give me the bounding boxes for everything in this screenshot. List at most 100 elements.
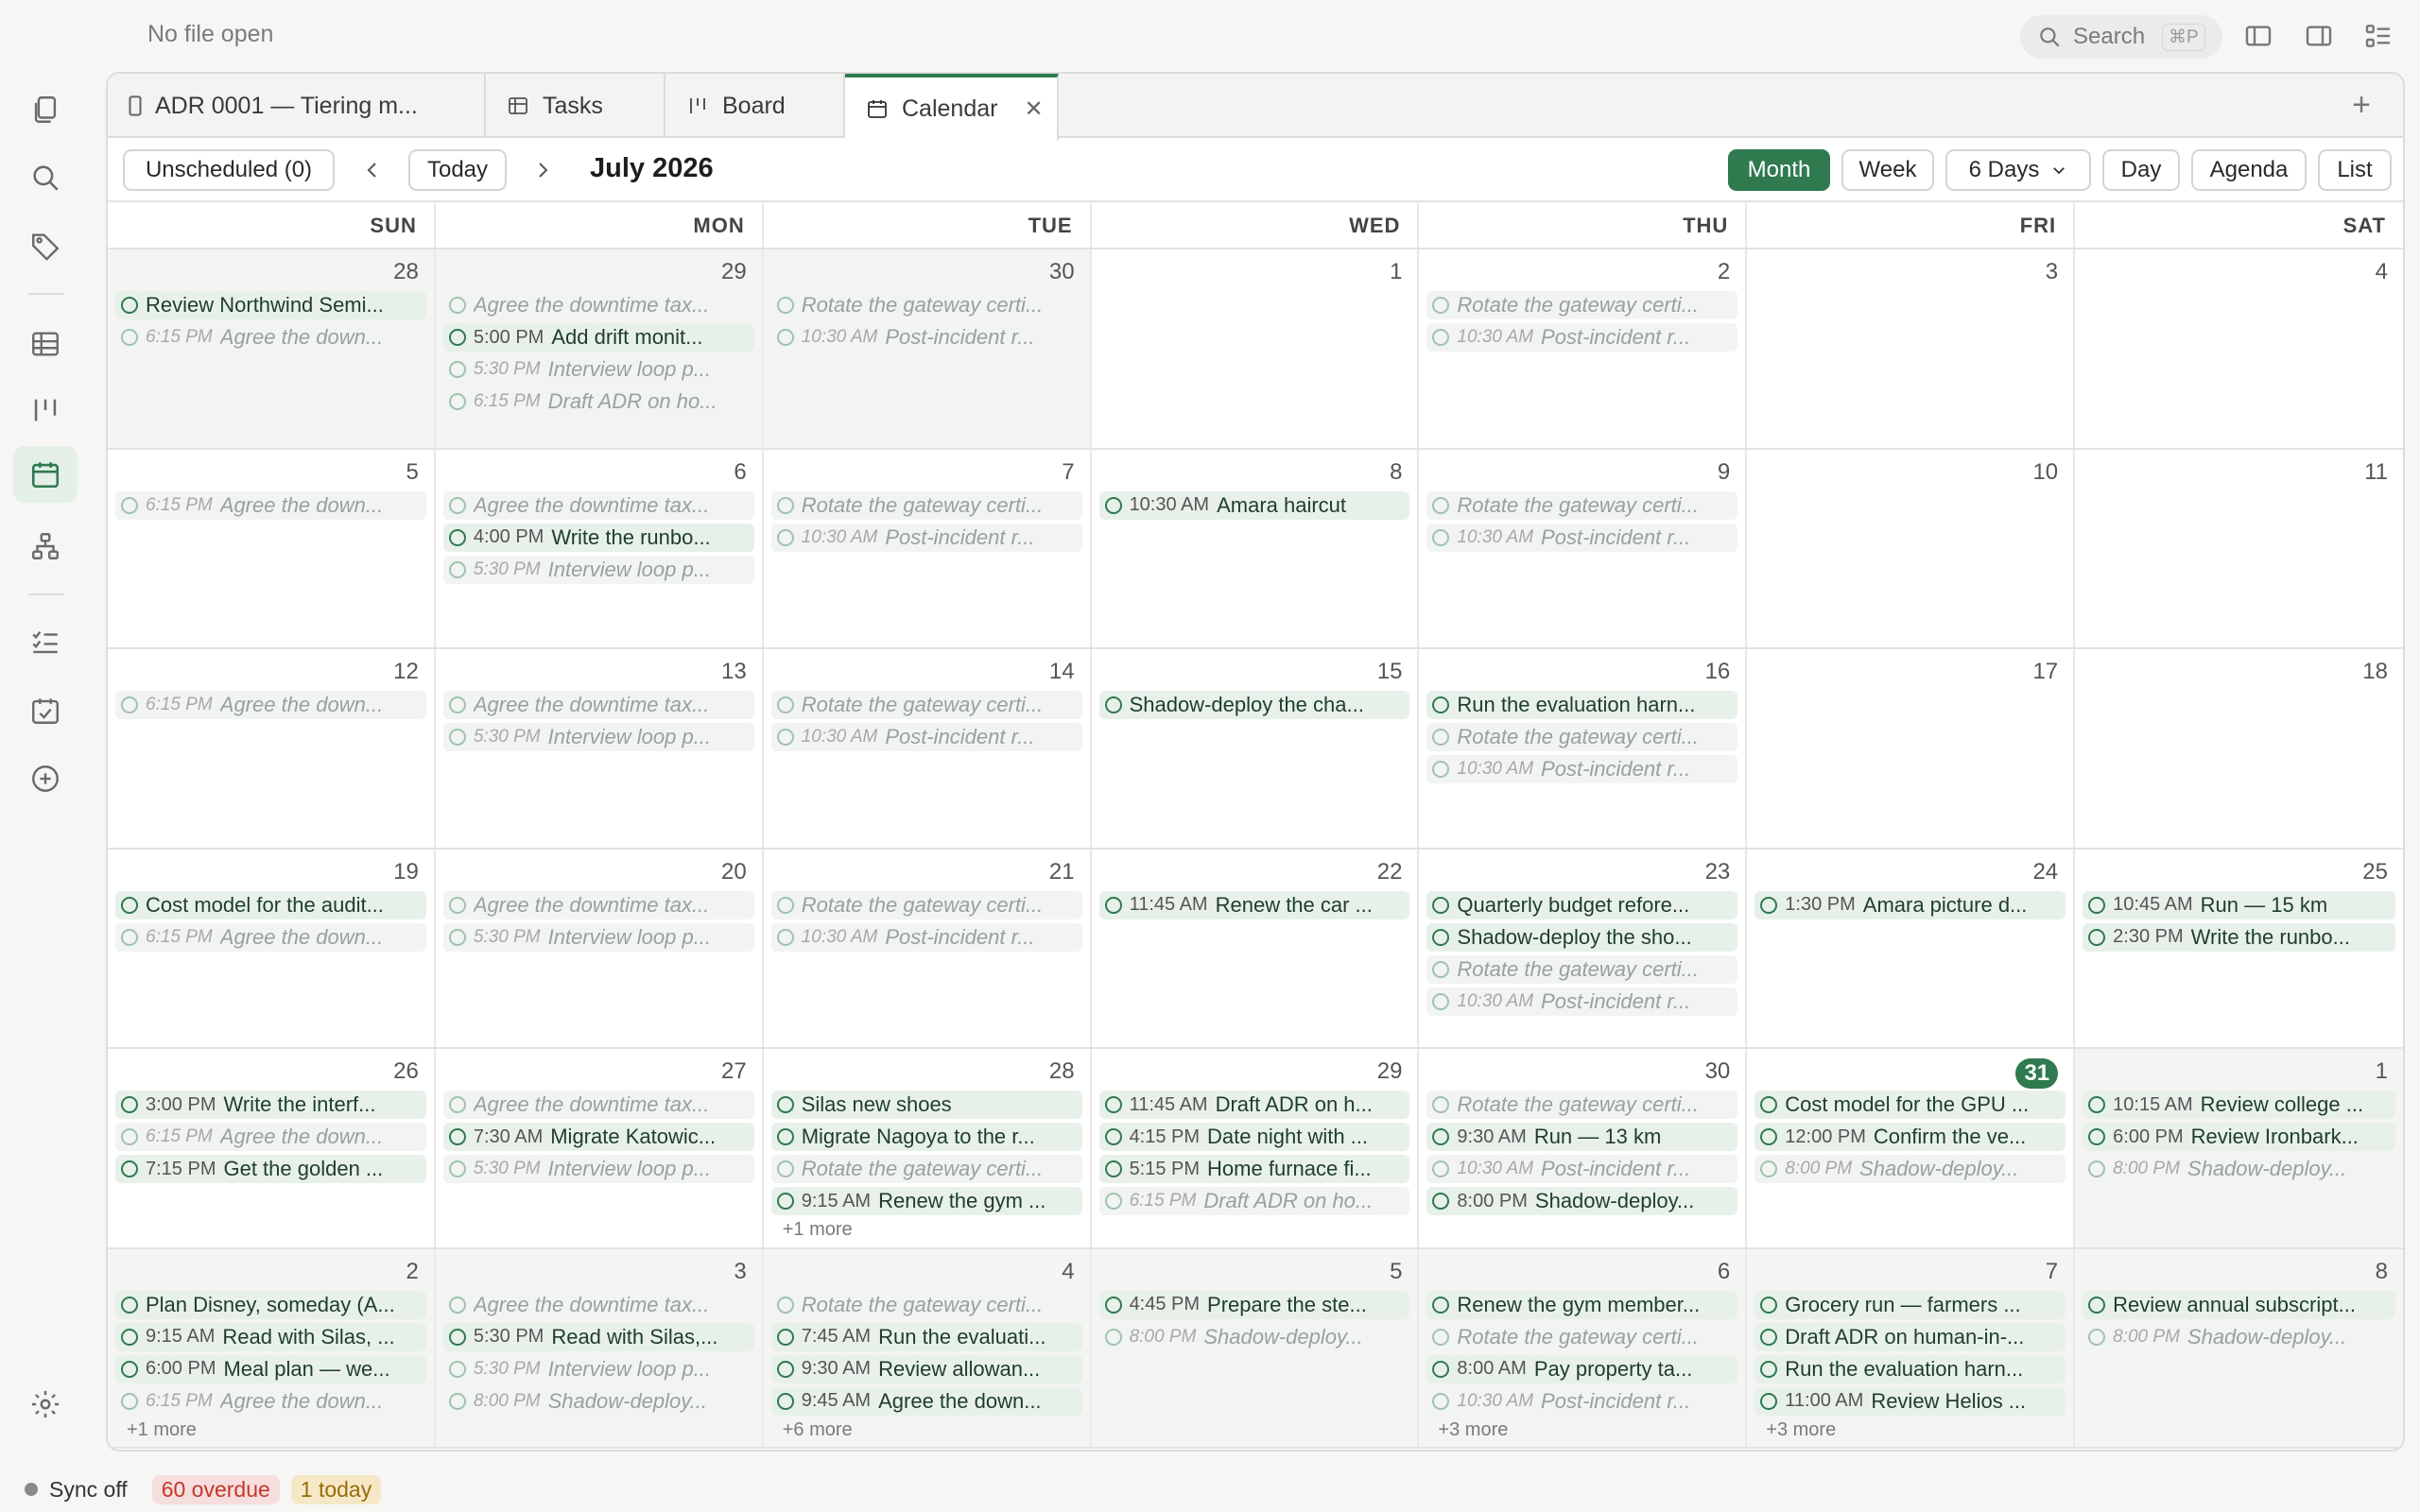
task-checkbox-icon[interactable] <box>448 1392 466 1410</box>
task-checkbox-icon[interactable] <box>1760 1328 1778 1346</box>
task-checkbox-icon[interactable] <box>776 1128 794 1145</box>
day-cell[interactable]: 18 <box>2075 649 2403 848</box>
calendar-event[interactable]: Cost model for the GPU ... <box>1754 1091 2066 1119</box>
calendar-event[interactable]: Review annual subscript... <box>2083 1290 2395 1319</box>
calendar-event[interactable]: 7:45 AM Run the evaluati... <box>770 1322 1082 1351</box>
task-checkbox-icon[interactable] <box>2088 896 2106 914</box>
task-checkbox-icon[interactable] <box>121 1160 138 1177</box>
task-checkbox-icon[interactable] <box>1760 1296 1778 1314</box>
day-cell[interactable]: 30 Rotate the gateway certi... 10:30 AM Pos… <box>763 249 1092 448</box>
task-checkbox-icon[interactable] <box>121 297 138 314</box>
task-checkbox-icon[interactable] <box>1104 896 1122 914</box>
day-cell[interactable]: 20 Agree the downtime tax... 5:30 PM Interv… <box>436 849 764 1047</box>
task-checkbox-icon[interactable] <box>1432 960 1450 978</box>
task-checkbox-icon[interactable] <box>776 729 794 746</box>
task-checkbox-icon[interactable] <box>776 1328 794 1346</box>
unscheduled-button[interactable]: Unscheduled (0) <box>123 149 335 191</box>
task-checkbox-icon[interactable] <box>776 696 794 713</box>
right-sidebar-toggle-icon[interactable] <box>2304 21 2334 51</box>
overdue-badge[interactable]: 60 overdue <box>151 1474 280 1504</box>
day-cell[interactable]: 27 Agree the downtime tax... 7:30 AM Migrat… <box>436 1049 764 1247</box>
day-cell[interactable]: 8 10:30 AM Amara haircut <box>1092 449 1420 647</box>
task-checkbox-icon[interactable] <box>121 896 138 914</box>
calendar-event[interactable]: 6:15 PM Agree the down... <box>115 691 426 719</box>
calendar-event[interactable]: Cost model for the audit... <box>115 890 426 919</box>
task-checkbox-icon[interactable] <box>448 560 466 578</box>
task-checkbox-icon[interactable] <box>121 696 138 713</box>
day-cell[interactable]: 6 Renew the gym member... Rotate the gatew… <box>1419 1248 1748 1447</box>
day-cell[interactable]: 1 <box>1092 249 1420 448</box>
task-checkbox-icon[interactable] <box>1432 1096 1450 1113</box>
calendar-event[interactable]: 6:15 PM Agree the down... <box>115 323 426 352</box>
calendar-event[interactable]: 8:00 AM Pay property ta... <box>1426 1354 1738 1383</box>
calendar-icon[interactable] <box>13 446 78 503</box>
calendar-event[interactable]: 4:15 PM Date night with ... <box>1098 1123 1410 1151</box>
calendar-event[interactable]: 9:30 AM Review allowan... <box>770 1354 1082 1383</box>
calendar-event[interactable]: Review Northwind Semi... <box>115 291 426 319</box>
day-cell[interactable]: 29 Agree the downtime tax... 5:00 PM Add dr… <box>435 249 764 448</box>
close-icon[interactable]: ✕ <box>1024 95 1043 123</box>
day-cell[interactable]: 6 Agree the downtime tax... 4:00 PM Write t… <box>436 449 764 647</box>
calendar-event[interactable]: 8:00 PM Shadow-deploy... <box>1098 1322 1410 1351</box>
calendar-event[interactable]: Rotate the gateway certi... <box>1426 490 1738 520</box>
task-checkbox-icon[interactable] <box>448 329 466 346</box>
task-checkbox-icon[interactable] <box>448 1128 466 1145</box>
day-cell[interactable]: 15 Shadow-deploy the cha... <box>1092 649 1420 848</box>
calendar-event[interactable]: Rotate the gateway certi... <box>770 291 1082 319</box>
task-checkbox-icon[interactable] <box>121 1128 138 1145</box>
task-checkbox-icon[interactable] <box>1432 729 1450 746</box>
day-cell[interactable]: 23 Quarterly budget refore... Shadow-deplo… <box>1419 849 1748 1047</box>
calendar-event[interactable]: 5:30 PM Interview loop p... <box>442 922 754 952</box>
task-checkbox-icon[interactable] <box>1432 1328 1450 1346</box>
day-cell[interactable]: 28 Silas new shoes Migrate Nagoya to the r… <box>764 1049 1092 1247</box>
calendar-event[interactable]: 9:45 AM Agree the down... <box>770 1386 1082 1416</box>
task-checkbox-icon[interactable] <box>1432 528 1450 546</box>
calendar-event[interactable]: 10:30 AM Post-incident r... <box>770 323 1082 352</box>
calendar-event[interactable]: 9:15 AM Read with Silas, ... <box>115 1322 426 1351</box>
calendar-event[interactable]: Agree the downtime tax... <box>442 1290 754 1319</box>
day-cell[interactable]: 8 Review annual subscript... 8:00 PM Shadow… <box>2075 1248 2403 1447</box>
calendar-event[interactable]: Shadow-deploy the cha... <box>1098 691 1410 719</box>
add-circle-icon[interactable] <box>26 760 64 798</box>
day-cell[interactable]: 4 <box>2075 249 2403 448</box>
tab-calendar[interactable]: Calendar ✕ <box>845 74 1059 140</box>
day-cell[interactable]: 26 3:00 PM Write the interf... 6:15 PM Agree… <box>108 1049 436 1247</box>
day-cell[interactable]: 3 Agree the downtime tax... 5:30 PM Read wi… <box>435 1248 764 1447</box>
day-cell[interactable]: 17 <box>1747 649 2076 848</box>
calendar-event[interactable]: Rotate the gateway certi... <box>1426 1091 1738 1119</box>
calendar-event[interactable]: 8:00 PM Shadow-deploy... <box>442 1386 754 1416</box>
calendar-event[interactable]: 10:30 AM Post-incident r... <box>1426 755 1738 783</box>
calendar-event[interactable]: 11:45 AM Draft ADR on h... <box>1098 1091 1410 1119</box>
calendar-event[interactable]: Plan Disney, someday (A... <box>115 1290 426 1319</box>
calendar-event[interactable]: 5:30 PM Interview loop p... <box>442 1354 754 1383</box>
calendar-event[interactable]: 5:30 PM Read with Silas,... <box>442 1322 754 1351</box>
task-checkbox-icon[interactable] <box>776 1193 794 1210</box>
day-cell[interactable]: 21 Rotate the gateway certi... 10:30 AM Pos… <box>764 849 1092 1047</box>
calendar-event[interactable]: 11:00 AM Review Helios ... <box>1754 1386 2066 1416</box>
tab-board[interactable]: Board <box>666 74 845 138</box>
tab-tasks[interactable]: Tasks <box>486 74 666 138</box>
calendar-event[interactable]: 4:00 PM Write the runbo... <box>442 523 754 552</box>
calendar-event[interactable]: 10:30 AM Post-incident r... <box>1426 323 1738 352</box>
more-events-link[interactable]: +3 more <box>1426 1419 1737 1444</box>
calendar-event[interactable]: 3:00 PM Write the interf... <box>115 1091 426 1119</box>
calendar-event[interactable]: 6:15 PM Agree the down... <box>115 490 426 520</box>
task-checkbox-icon[interactable] <box>121 496 138 514</box>
task-checkbox-icon[interactable] <box>776 496 794 514</box>
task-checkbox-icon[interactable] <box>1760 896 1778 914</box>
calendar-event[interactable]: 10:30 AM Post-incident r... <box>1426 1386 1738 1416</box>
view-six-days-select[interactable]: 6 Days <box>1945 149 2091 191</box>
calendar-event[interactable]: Rotate the gateway certi... <box>1426 1322 1738 1351</box>
day-cell[interactable]: 29 11:45 AM Draft ADR on h... 4:15 PM Date n… <box>1092 1049 1420 1247</box>
task-checkbox-icon[interactable] <box>1760 1160 1778 1177</box>
task-checkbox-icon[interactable] <box>2088 928 2106 946</box>
calendar-event[interactable]: 8:00 PM Shadow-deploy... <box>2083 1155 2395 1183</box>
calendar-event[interactable]: Rotate the gateway certi... <box>1426 291 1738 319</box>
task-checkbox-icon[interactable] <box>776 1296 794 1314</box>
task-checkbox-icon[interactable] <box>1432 696 1450 713</box>
task-checkbox-icon[interactable] <box>2088 1096 2106 1113</box>
day-cell[interactable]: 31 Cost model for the GPU ... 12:00 PM Conf… <box>1747 1049 2076 1247</box>
task-checkbox-icon[interactable] <box>448 528 466 546</box>
day-cell[interactable]: 5 6:15 PM Agree the down... <box>108 449 436 647</box>
task-checkbox-icon[interactable] <box>2088 1160 2106 1177</box>
